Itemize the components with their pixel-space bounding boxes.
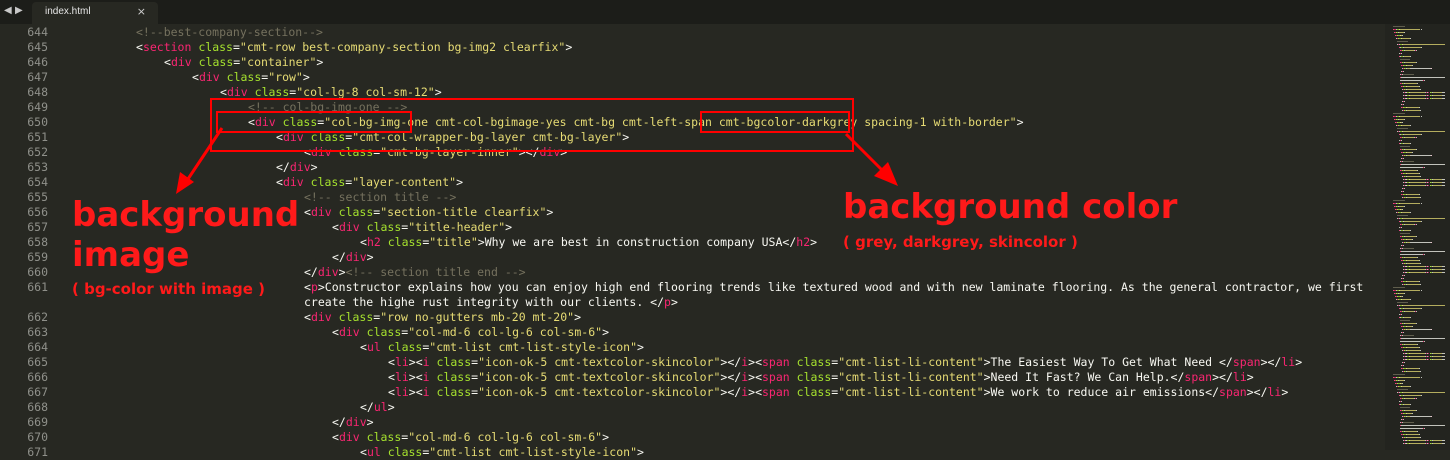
arrow-to-bg-color-label (844, 132, 886, 174)
annotation-bg-color-title: background color (843, 187, 1178, 227)
annotation-bg-image-title-2: image (72, 235, 190, 275)
annotation-bg-image-subtitle: ( bg-color with image ) (72, 280, 265, 298)
arrow-to-bg-image-label (184, 127, 224, 183)
annotation-bg-image-title-1: background (72, 195, 300, 235)
annotation-bg-color-subtitle: ( grey, darkgrey, skincolor ) (843, 233, 1078, 251)
